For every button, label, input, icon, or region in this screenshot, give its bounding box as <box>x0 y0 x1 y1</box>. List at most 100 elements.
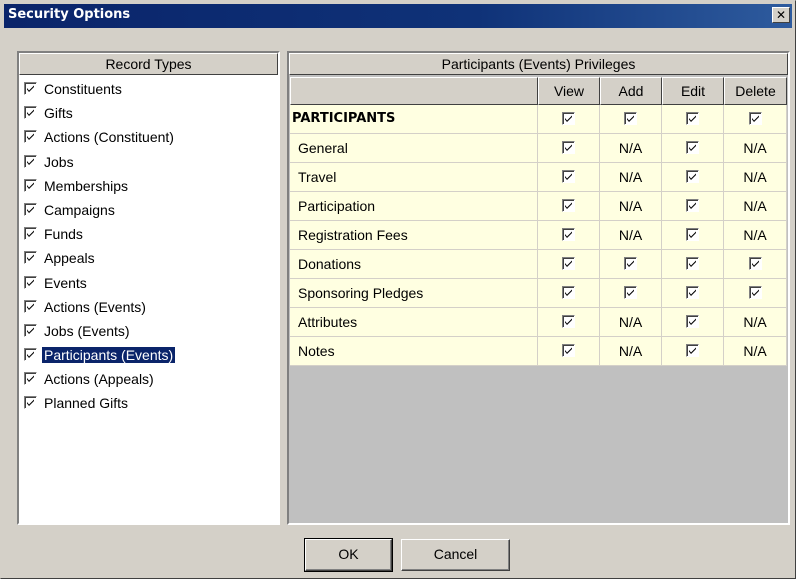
edit-checkbox[interactable] <box>686 257 699 271</box>
view-checkbox[interactable] <box>562 170 575 184</box>
cancel-button[interactable]: Cancel <box>401 539 510 571</box>
view-checkbox[interactable] <box>562 315 575 329</box>
privilege-cell-view[interactable] <box>538 105 600 134</box>
privilege-cell-delete[interactable] <box>724 279 787 308</box>
record-type-checkbox[interactable] <box>24 130 37 144</box>
privilege-cell-edit[interactable] <box>662 192 724 221</box>
record-type-checkbox[interactable] <box>24 348 37 362</box>
privilege-cell-add[interactable] <box>600 279 662 308</box>
view-checkbox[interactable] <box>562 344 575 358</box>
record-type-item[interactable]: Appeals <box>22 249 278 273</box>
privilege-cell-edit[interactable] <box>662 337 724 366</box>
record-type-item[interactable]: Actions (Events) <box>22 298 278 322</box>
view-checkbox[interactable] <box>562 112 575 126</box>
privilege-cell-edit[interactable] <box>662 279 724 308</box>
checkmark-icon <box>565 260 572 268</box>
view-checkbox[interactable] <box>562 286 575 300</box>
privilege-na-add: N/A <box>600 134 662 163</box>
privilege-cell-delete[interactable] <box>724 105 787 134</box>
edit-checkbox[interactable] <box>686 141 699 155</box>
ok-button[interactable]: OK <box>304 538 393 572</box>
privilege-name: General <box>290 134 538 163</box>
add-checkbox[interactable] <box>624 112 637 126</box>
privilege-cell-view[interactable] <box>538 221 600 250</box>
record-type-item[interactable]: Constituents <box>22 80 278 104</box>
record-type-item[interactable]: Events <box>22 274 278 298</box>
view-checkbox[interactable] <box>562 141 575 155</box>
privilege-cell-view[interactable] <box>538 134 600 163</box>
privilege-name: Attributes <box>290 308 538 337</box>
record-type-checkbox[interactable] <box>24 202 37 216</box>
privilege-na-add: N/A <box>600 221 662 250</box>
record-type-checkbox[interactable] <box>24 178 37 192</box>
privilege-cell-edit[interactable] <box>662 163 724 192</box>
record-type-item[interactable]: Jobs <box>22 153 278 177</box>
record-type-item[interactable]: Planned Gifts <box>22 394 278 418</box>
record-type-label: Appeals <box>44 250 95 267</box>
record-type-checkbox[interactable] <box>24 275 37 289</box>
view-checkbox[interactable] <box>562 199 575 213</box>
privilege-cell-view[interactable] <box>538 163 600 192</box>
delete-checkbox[interactable] <box>748 286 762 300</box>
column-header-add[interactable]: Add <box>600 77 662 105</box>
privilege-cell-view[interactable] <box>538 279 600 308</box>
edit-checkbox[interactable] <box>686 170 699 184</box>
privilege-cell-view[interactable] <box>538 308 600 337</box>
edit-checkbox[interactable] <box>686 344 699 358</box>
view-checkbox[interactable] <box>562 228 575 242</box>
record-type-item[interactable]: Gifts <box>22 104 278 128</box>
record-type-item[interactable]: Participants (Events) <box>22 346 278 370</box>
checkmark-icon <box>689 115 696 123</box>
checkmark-icon <box>689 260 696 268</box>
record-type-item[interactable]: Jobs (Events) <box>22 322 278 346</box>
record-type-label: Jobs <box>44 153 74 170</box>
record-type-checkbox[interactable] <box>24 323 37 337</box>
record-type-checkbox[interactable] <box>24 106 37 120</box>
title-bar[interactable]: Security Options ✕ <box>4 4 792 28</box>
column-header-edit[interactable]: Edit <box>662 77 724 105</box>
add-checkbox[interactable] <box>624 286 637 300</box>
edit-checkbox[interactable] <box>686 286 699 300</box>
add-checkbox[interactable] <box>624 257 637 271</box>
delete-checkbox[interactable] <box>748 112 762 126</box>
privilege-cell-view[interactable] <box>538 250 600 279</box>
privilege-cell-edit[interactable] <box>662 105 724 134</box>
edit-checkbox[interactable] <box>686 228 699 242</box>
record-type-item[interactable]: Memberships <box>22 177 278 201</box>
record-types-list: Constituents Gifts Actions (Constituent) Jo… <box>22 80 278 419</box>
privilege-cell-view[interactable] <box>538 337 600 366</box>
privilege-cell-add[interactable] <box>600 105 662 134</box>
privilege-name: PARTICIPANTS <box>290 105 538 134</box>
checkmark-icon <box>27 206 34 213</box>
view-checkbox[interactable] <box>562 257 575 271</box>
column-header-delete[interactable]: Delete <box>724 77 787 105</box>
column-header-view[interactable]: View <box>538 77 600 105</box>
privilege-na-add: N/A <box>600 163 662 192</box>
record-type-checkbox[interactable] <box>24 372 37 386</box>
record-type-checkbox[interactable] <box>24 299 37 313</box>
privilege-cell-edit[interactable] <box>662 250 724 279</box>
record-type-label: Actions (Constituent) <box>44 129 174 146</box>
edit-checkbox[interactable] <box>686 112 699 126</box>
record-type-item[interactable]: Campaigns <box>22 201 278 225</box>
record-type-item[interactable]: Actions (Appeals) <box>22 370 278 394</box>
delete-checkbox[interactable] <box>748 257 762 271</box>
privilege-cell-edit[interactable] <box>662 221 724 250</box>
record-type-item[interactable]: Actions (Constituent) <box>22 128 278 152</box>
privilege-cell-edit[interactable] <box>662 134 724 163</box>
record-type-checkbox[interactable] <box>24 154 37 168</box>
record-type-checkbox[interactable] <box>24 227 37 241</box>
record-type-checkbox[interactable] <box>24 396 37 410</box>
record-type-item[interactable]: Funds <box>22 225 278 249</box>
privilege-cell-edit[interactable] <box>662 308 724 337</box>
privilege-cell-delete[interactable] <box>724 250 787 279</box>
checkmark-icon <box>565 231 572 239</box>
close-button[interactable]: ✕ <box>772 7 790 23</box>
record-type-checkbox[interactable] <box>24 251 37 265</box>
privilege-cell-view[interactable] <box>538 192 600 221</box>
edit-checkbox[interactable] <box>686 199 699 213</box>
privilege-cell-add[interactable] <box>600 250 662 279</box>
record-type-checkbox[interactable] <box>24 82 37 95</box>
checkmark-icon <box>565 144 572 152</box>
edit-checkbox[interactable] <box>686 315 699 329</box>
